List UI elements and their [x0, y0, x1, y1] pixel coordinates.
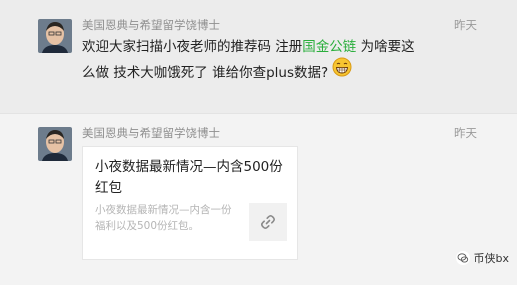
message-time: 昨天: [454, 18, 477, 32]
avatar[interactable]: [38, 127, 72, 161]
message-time: 昨天: [454, 126, 477, 140]
card-title: 小夜数据最新情况—内含500份红包: [95, 159, 283, 196]
sender-name: 美国恩典与希望留学饶博士: [82, 18, 220, 32]
wechat-icon: [455, 251, 470, 265]
avatar[interactable]: [38, 19, 72, 53]
card-description: 小夜数据最新情况—内含一份福利以及500份红包。: [95, 204, 232, 232]
message-text-part: 欢迎大家扫描小夜老师的推荐码 注册: [82, 39, 303, 55]
link-icon: [249, 203, 287, 241]
shared-article-card[interactable]: 小夜数据最新情况—内含500份红包 小夜数据最新情况—内含一份福利以及500份红…: [82, 146, 298, 260]
message-link[interactable]: 国金公链: [302, 39, 356, 55]
watermark: 币侠bx: [455, 250, 510, 266]
sender-name: 美国恩典与希望留学饶博士: [82, 126, 220, 140]
grin-emoji-icon: [332, 57, 352, 85]
message-text: 欢迎大家扫描小夜老师的推荐码 注册国金公链 为啥要这么做 技术大咖饿死了 谁给你…: [82, 36, 422, 87]
watermark-text: 币侠bx: [473, 252, 510, 265]
